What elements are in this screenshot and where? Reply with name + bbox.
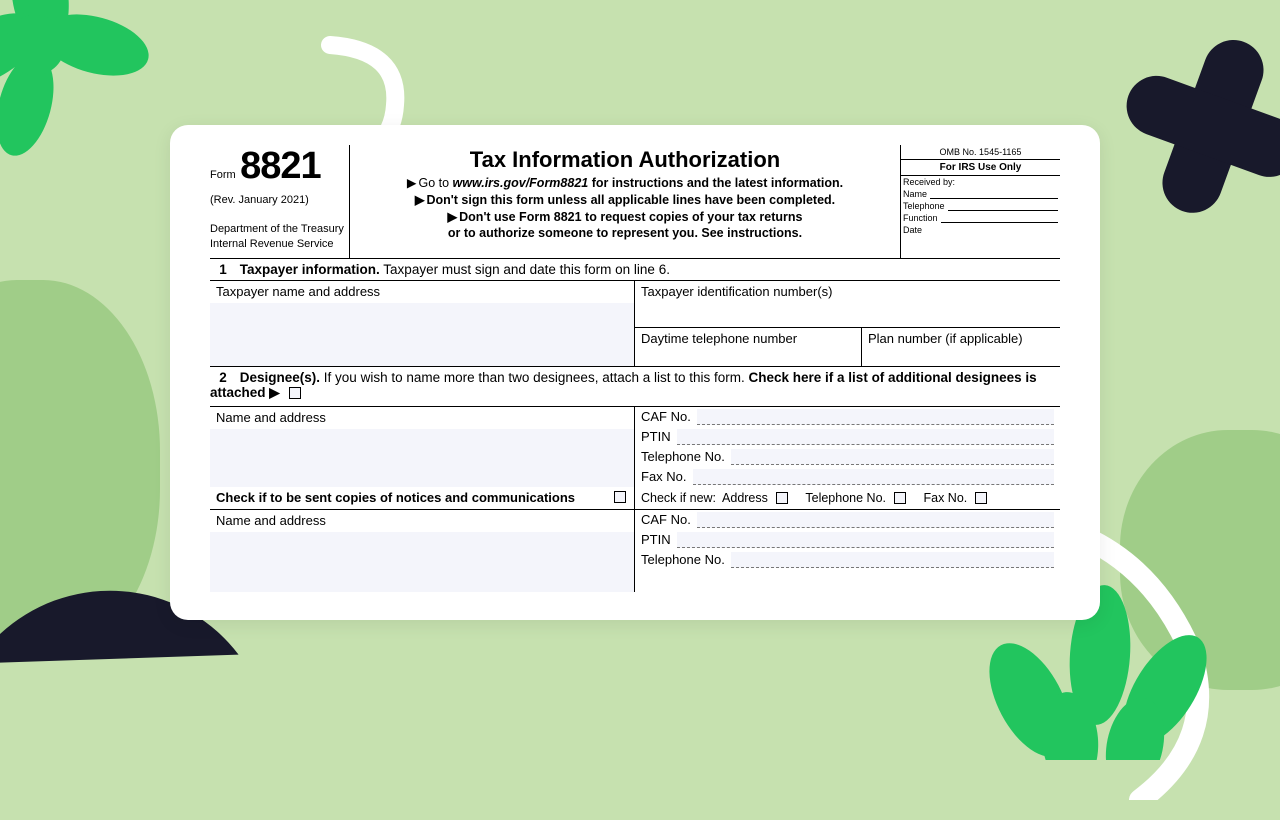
form-header: Form 8821 (Rev. January 2021) Department… [210,145,1060,259]
section-2-header: 2 Designee(s). If you wish to name more … [210,367,1060,407]
taxpayer-name-address[interactable]: Taxpayer name and address [210,281,635,366]
warning-copies-1: ▶Don't use Form 8821 to request copies o… [358,209,892,224]
designee2-name-label: Name and address [210,510,634,532]
taxpayer-phone[interactable]: Daytime telephone number [635,328,862,366]
green-flower-icon [0,0,170,170]
form-word: Form [210,169,236,181]
omb-number: OMB No. 1545-1165 [901,145,1060,160]
designee-block-1: Name and address Check if to be sent cop… [210,407,1060,510]
designee2-name-input[interactable] [210,532,634,592]
ifnew-address-checkbox[interactable] [776,492,788,504]
header-center: Tax Information Authorization ▶Go to www… [350,145,900,258]
irs-telephone: Telephone [901,200,1060,212]
form-number: 8821 [240,145,321,187]
form-card: Form 8821 (Rev. January 2021) Department… [170,125,1100,620]
designee1-caf-input[interactable] [697,409,1054,425]
bg-blob-right [1120,430,1280,690]
designee1-ifnew: Check if new: Address Telephone No. Fax … [635,487,1060,509]
arrow-icon: ▶ [415,193,425,207]
designee2-ptin-input[interactable] [677,532,1054,548]
irs-function: Function [901,212,1060,224]
irs-use-only: For IRS Use Only [901,160,1060,176]
taxpayer-right: Taxpayer identification number(s) Daytim… [635,281,1060,366]
designee1-name-label: Name and address [210,407,634,429]
warning-sign: ▶Don't sign this form unless all applica… [358,192,892,207]
taxpayer-grid: Taxpayer name and address Taxpayer ident… [210,281,1060,367]
designee2-tel-input[interactable] [731,552,1054,568]
arrow-icon: ▶ [407,176,417,190]
form-title: Tax Information Authorization [358,147,892,173]
designee1-fax-input[interactable] [693,469,1054,485]
irs-name: Name [901,188,1060,200]
designee1-ptin-input[interactable] [677,429,1054,445]
arrow-icon: ▶ [448,210,458,224]
dark-plus-icon [1110,20,1280,220]
irs-received: Received by: [901,176,1060,188]
header-right: OMB No. 1545-1165 For IRS Use Only Recei… [900,145,1060,258]
designee2-caf-input[interactable] [697,512,1054,528]
bg-blob-left [0,280,160,660]
ifnew-fax-checkbox[interactable] [975,492,987,504]
designee1-notice-row: Check if to be sent copies of notices an… [210,487,634,509]
form-revision: (Rev. January 2021) [210,194,349,206]
designee-block-2: Name and address CAF No. PTIN Telephone … [210,510,1060,592]
goto-line: ▶Go to www.irs.gov/Form8821 for instruct… [358,175,892,190]
designee1-notice-checkbox[interactable] [614,491,626,503]
taxpayer-tin[interactable]: Taxpayer identification number(s) [635,281,1060,328]
additional-designees-checkbox[interactable] [289,387,301,399]
ifnew-tel-checkbox[interactable] [894,492,906,504]
form-department: Department of the Treasury Internal Reve… [210,222,349,252]
irs-date: Date [901,224,1060,236]
header-left: Form 8821 (Rev. January 2021) Department… [210,145,350,258]
taxpayer-plan[interactable]: Plan number (if applicable) [862,328,1060,366]
designee1-tel-input[interactable] [731,449,1054,465]
section-1-header: 1 Taxpayer information. Taxpayer must si… [210,259,1060,281]
designee1-name-input[interactable] [210,429,634,487]
warning-copies-2: or to authorize someone to represent you… [358,226,892,240]
